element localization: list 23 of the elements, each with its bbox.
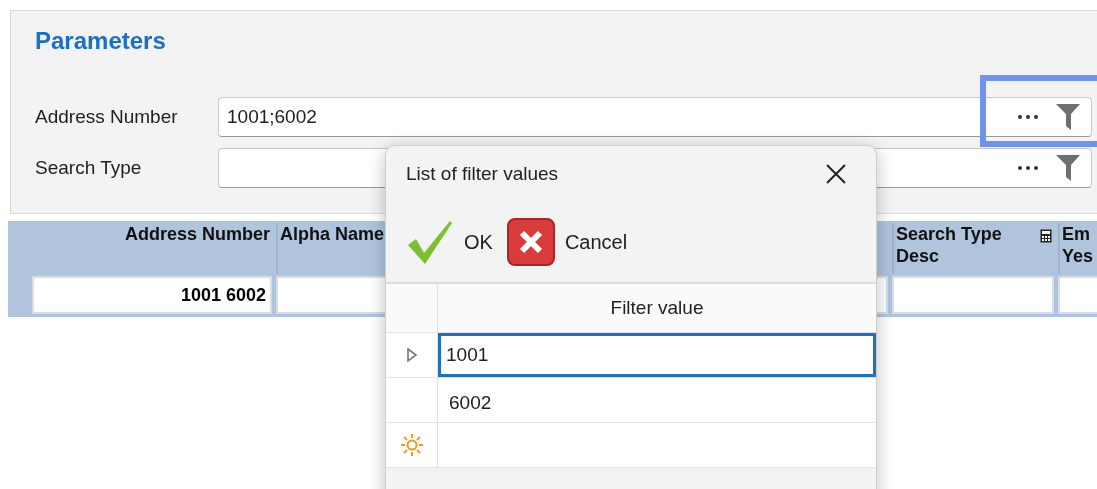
table-cell[interactable]: 6002 xyxy=(438,378,876,422)
close-icon[interactable] xyxy=(825,163,847,185)
column-header[interactable]: Search Type Desc xyxy=(892,223,1054,274)
dialog-title: List of filter values xyxy=(406,163,559,185)
column-header[interactable]: Address Number xyxy=(32,223,272,274)
filter-icon[interactable] xyxy=(1055,154,1081,182)
ellipsis-icon[interactable] xyxy=(1017,165,1039,171)
ellipsis-icon[interactable] xyxy=(1017,114,1039,120)
column-header[interactable]: Filter value xyxy=(438,284,876,332)
toolbar-button[interactable]: OK xyxy=(406,219,493,265)
calculator-icon xyxy=(1040,229,1052,243)
filter-icon[interactable] xyxy=(1055,103,1081,131)
cancel-icon xyxy=(506,218,555,266)
checkmark-icon xyxy=(406,219,454,265)
input-field[interactable]: 1001;6002 xyxy=(218,97,1092,137)
field-label: Search Type xyxy=(35,157,143,179)
field-value: 1001;6002 xyxy=(227,106,317,128)
table-cell: 1001 6002 xyxy=(32,276,272,314)
table-cell[interactable]: 1001 xyxy=(438,333,876,377)
toolbar-button[interactable]: Cancel xyxy=(506,218,628,266)
column-header[interactable]: Em Yes xyxy=(1058,223,1097,274)
panel-title: Parameters xyxy=(35,27,167,56)
field-label: Address Number xyxy=(35,106,179,128)
